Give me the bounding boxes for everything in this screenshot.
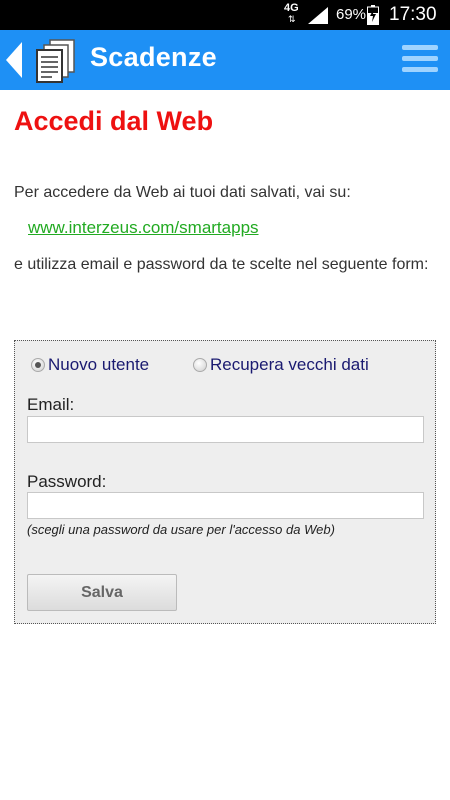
network-activity-icon: ⇅ — [288, 14, 296, 24]
menu-line — [402, 67, 438, 72]
radio-label: Nuovo utente — [48, 355, 150, 374]
menu-line — [402, 45, 438, 50]
back-arrow-icon[interactable] — [4, 40, 24, 80]
intro-text: Per accedere da Web ai tuoi dati salvati… — [14, 184, 351, 201]
password-hint: (scegli una password da usare per l'acce… — [27, 522, 335, 537]
radio-recover-data[interactable]: Recupera vecchi dati — [193, 355, 369, 375]
signal-icon — [308, 7, 328, 24]
battery-percent: 69% — [336, 6, 367, 23]
app-bar: Scadenze — [0, 30, 450, 90]
web-link[interactable]: www.interzeus.com/smartapps — [28, 218, 259, 238]
document-stack-icon — [36, 39, 75, 83]
status-bar: 4G ⇅ 69% 17:30 — [0, 0, 450, 30]
save-button[interactable]: Salva — [27, 574, 177, 611]
password-field[interactable] — [27, 492, 424, 519]
radio-button-selected[interactable] — [31, 358, 45, 372]
app-title: Scadenze — [90, 42, 217, 72]
email-field[interactable] — [27, 416, 424, 443]
network-type: 4G — [284, 2, 299, 14]
login-form: Nuovo utente Recupera vecchi dati Email:… — [14, 340, 436, 624]
hamburger-menu-icon[interactable] — [402, 45, 438, 75]
instructions-text: e utilizza email e password da te scelte… — [14, 256, 429, 273]
clock: 17:30 — [389, 4, 437, 25]
password-label: Password: — [27, 472, 107, 491]
radio-label: Recupera vecchi dati — [210, 355, 369, 374]
page-title: Accedi dal Web — [14, 106, 214, 136]
radio-new-user[interactable]: Nuovo utente — [31, 355, 149, 375]
email-label: Email: — [27, 395, 75, 414]
battery-charging-icon — [367, 5, 379, 25]
menu-line — [402, 56, 438, 61]
radio-button[interactable] — [193, 358, 207, 372]
